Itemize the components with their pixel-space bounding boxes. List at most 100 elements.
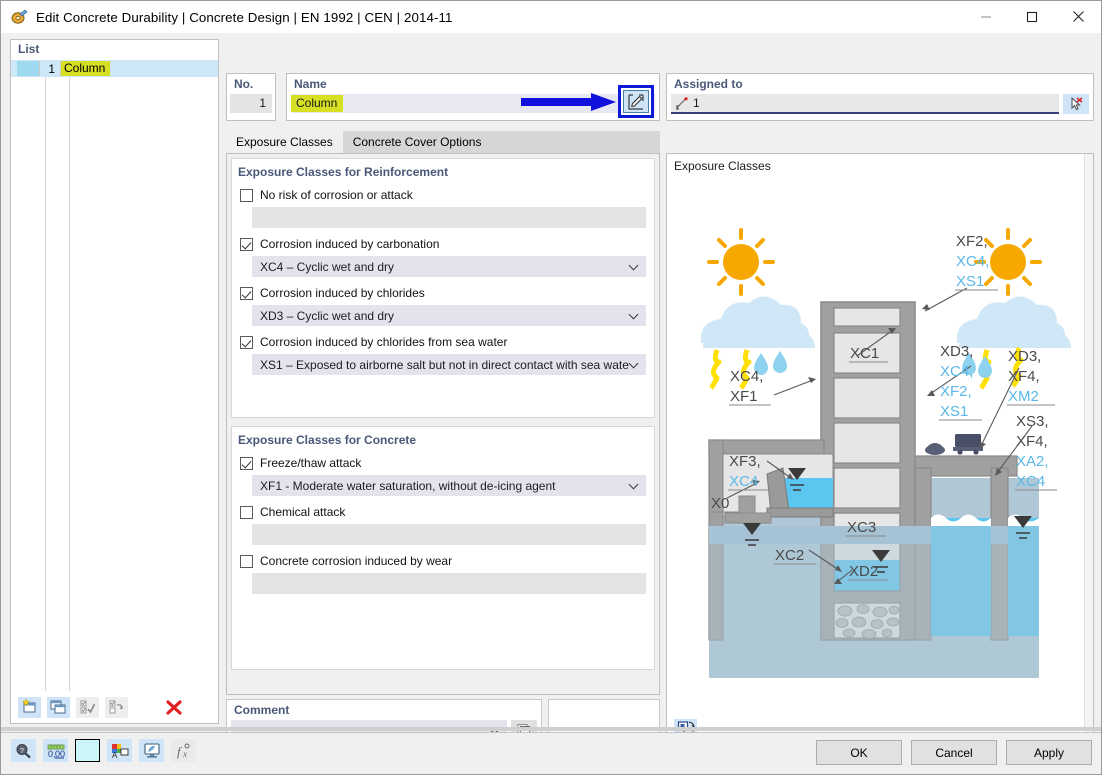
checkbox-chlorides[interactable] [240,287,253,300]
new-item-button[interactable] [18,697,41,718]
label-freeze-thaw: Freeze/thaw attack [260,456,361,470]
annotation-arrow-icon [521,93,617,111]
bottom-bar: ? 0, 00 A [1,732,1101,774]
color-swatch-button[interactable] [75,739,100,762]
ok-button[interactable]: OK [816,740,902,765]
dropdown-wear[interactable] [252,573,646,594]
diagram-label-xs3: XS3, [1016,413,1049,430]
dropdown-chemical-attack[interactable] [252,524,646,545]
minimize-button[interactable] [963,1,1009,32]
checkbox-row-carbonation[interactable]: Corrosion induced by carbonation [232,237,654,251]
find-button[interactable]: ? [11,739,36,762]
chevron-down-icon [629,310,640,321]
dropdown-freeze-thaw-value: XF1 - Moderate water saturation, without… [260,479,629,493]
checkbox-chemical-attack[interactable] [240,506,253,519]
checkbox-sea-water[interactable] [240,336,253,349]
dropdown-carbonation[interactable]: XC4 – Cyclic wet and dry [252,256,646,277]
dropdown-freeze-thaw[interactable]: XF1 - Moderate water saturation, without… [252,475,646,496]
name-label: Name [287,74,659,91]
maximize-button[interactable] [1009,1,1055,32]
window-title: Edit Concrete Durability | Concrete Desi… [36,10,453,25]
tab-concrete-cover-options[interactable]: Concrete Cover Options [343,131,492,153]
tab-exposure-classes[interactable]: Exposure Classes [226,131,343,153]
visual-button[interactable] [139,739,164,762]
number-value[interactable]: 1 [230,94,272,113]
list-header: List [11,40,218,60]
diagram-label-xs1-a: XS1 [956,273,984,290]
exposure-classes-panel: Exposure Classes for Reinforcement No ri… [226,153,660,695]
diagram-label-xd3-a: XD3, [940,343,973,360]
diagram-label-xc1: XC1 [850,345,879,362]
svg-text:?: ? [20,748,24,755]
edit-pencil-box-icon [623,90,649,113]
list-column-divider-2 [69,60,70,692]
checkbox-row-no-risk[interactable]: No risk of corrosion or attack [232,188,654,202]
checkbox-wear[interactable] [240,555,253,568]
list-panel: List 1 Column [10,39,219,724]
number-field-group: No. 1 [226,73,276,121]
exposure-classes-diagram-panel: Exposure Classes [666,153,1094,747]
diagram-label-xc4-e: XC4 [729,473,758,490]
select-all-button[interactable] [76,697,99,718]
diagram-label-xc3: XC3 [847,519,876,536]
assigned-to-value: 1 [693,96,700,110]
assigned-to-row: 1 [671,94,1089,114]
window-controls [963,1,1101,32]
cancel-button[interactable]: Cancel [911,740,997,765]
assigned-to-group: Assigned to 1 [666,73,1094,121]
dropdown-sea-water[interactable]: XS1 – Exposed to airborne salt but not i… [252,354,646,375]
item-color-swatch [17,61,39,76]
app-icon [10,8,28,26]
diagram-label-x0: X0 [711,495,729,512]
assigned-to-input[interactable]: 1 [671,94,1059,114]
checkbox-row-chemical-attack[interactable]: Chemical attack [232,505,654,519]
dropdown-chlorides[interactable]: XD3 – Cyclic wet and dry [252,305,646,326]
exposure-classes-illustration: XF2, XC4, XS1 XC1 XC4, XF1 XD3, XC4, XF2… [667,178,1085,708]
sun-left-icon [709,230,773,294]
member-line-icon [675,97,689,110]
assigned-clear-button[interactable] [1063,94,1089,114]
apply-button[interactable]: Apply [1006,740,1092,765]
decimal-places-button[interactable]: 0, 00 [43,739,68,762]
label-sea-water: Corrosion induced by chlorides from sea … [260,335,507,349]
checkbox-freeze-thaw[interactable] [240,457,253,470]
checkbox-row-chlorides[interactable]: Corrosion induced by chlorides [232,286,654,300]
formula-button[interactable]: f x [171,739,196,762]
close-button[interactable] [1055,1,1101,32]
svg-text:A: A [112,751,118,759]
dropdown-no-risk[interactable] [252,207,646,228]
edit-name-button[interactable] [618,85,654,118]
checkbox-row-wear[interactable]: Concrete corrosion induced by wear [232,554,654,568]
diagram-label-xf2: XF2, [956,233,988,250]
checkbox-no-risk[interactable] [240,189,253,202]
bottom-divider [1,727,1101,731]
checkbox-row-freeze-thaw[interactable]: Freeze/thaw attack [232,456,654,470]
dropdown-sea-water-value: XS1 – Exposed to airborne salt but not i… [260,358,629,372]
edit-concrete-durability-dialog: Edit Concrete Durability | Concrete Desi… [0,0,1102,775]
diagram-label-xm2: XM2 [1008,388,1039,405]
diagram-label-xs1-b: XS1 [940,403,968,420]
delete-item-button[interactable] [162,697,185,718]
label-chlorides: Corrosion induced by chlorides [260,286,425,300]
concrete-group: Exposure Classes for Concrete Freeze/tha… [231,426,655,670]
list-item[interactable]: 1 Column [11,60,218,77]
diagram-label-xf2-b: XF2, [940,383,972,400]
name-value: Column [291,95,343,112]
diagram-label-xf4-b: XF4, [1016,433,1048,450]
dialog-buttons: OK Cancel Apply [816,740,1092,765]
legend-button[interactable]: A [107,739,132,762]
copy-item-button[interactable] [47,697,70,718]
diagram-title: Exposure Classes [667,154,1093,173]
checkbox-row-sea-water[interactable]: Corrosion induced by chlorides from sea … [232,335,654,349]
diagram-label-xc4-c: XC4, [940,363,973,380]
list-item-number: 1 [40,62,60,76]
diagram-scrollbar[interactable] [1084,154,1093,746]
chevron-down-icon [629,261,640,272]
diagram-label-xd2: XD2 [849,563,878,580]
tab-bar: Exposure Classes Concrete Cover Options [226,131,660,153]
invert-selection-button[interactable] [105,697,128,718]
diagram-label-xf1: XF1 [730,388,758,405]
diagram-label-xc4-a: XC4, [956,253,989,270]
chevron-down-icon [629,480,640,491]
checkbox-carbonation[interactable] [240,238,253,251]
